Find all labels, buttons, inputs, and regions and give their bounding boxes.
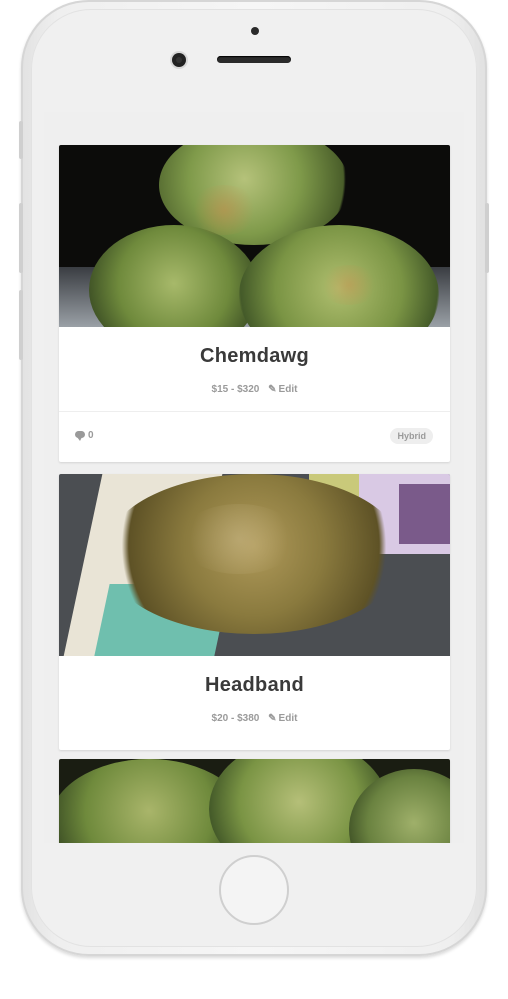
strain-image[interactable] bbox=[59, 759, 450, 843]
edit-label: Edit bbox=[278, 384, 298, 395]
strain-card[interactable] bbox=[59, 759, 450, 843]
strain-card[interactable]: Headband $20 - $380 ✎ Edit bbox=[59, 474, 450, 750]
price-range: $15 - $320 bbox=[211, 384, 260, 395]
strain-meta: $15 - $320 ✎ Edit bbox=[59, 384, 450, 395]
price-range: $20 - $380 bbox=[211, 713, 260, 724]
pencil-icon: ✎ bbox=[268, 384, 277, 395]
strain-image[interactable] bbox=[59, 474, 450, 656]
power-button bbox=[485, 203, 489, 273]
edit-label: Edit bbox=[278, 713, 298, 724]
card-footer: 0 Hybrid bbox=[59, 411, 450, 462]
proximity-sensor bbox=[251, 27, 259, 35]
strain-image[interactable] bbox=[59, 145, 450, 327]
volume-down-button bbox=[19, 290, 23, 360]
earpiece-speaker bbox=[217, 56, 291, 63]
front-camera bbox=[172, 53, 186, 67]
app-screen: Chemdawg $15 - $320 ✎ Edit 0 Hybrid Headb… bbox=[44, 112, 464, 843]
edit-link[interactable]: ✎ Edit bbox=[268, 713, 297, 724]
strain-type-badge: Hybrid bbox=[390, 428, 433, 444]
comment-count-value: 0 bbox=[88, 430, 94, 441]
home-button[interactable] bbox=[219, 855, 289, 925]
strain-meta: $20 - $380 ✎ Edit bbox=[59, 713, 450, 724]
comments-count[interactable]: 0 bbox=[75, 430, 94, 441]
strain-card[interactable]: Chemdawg $15 - $320 ✎ Edit 0 Hybrid bbox=[59, 145, 450, 462]
strain-name[interactable]: Chemdawg bbox=[59, 345, 450, 368]
comment-icon bbox=[75, 431, 85, 441]
strain-name[interactable]: Headband bbox=[59, 674, 450, 697]
mute-switch bbox=[19, 121, 23, 159]
pencil-icon: ✎ bbox=[268, 713, 277, 724]
edit-link[interactable]: ✎ Edit bbox=[268, 384, 297, 395]
volume-up-button bbox=[19, 203, 23, 273]
